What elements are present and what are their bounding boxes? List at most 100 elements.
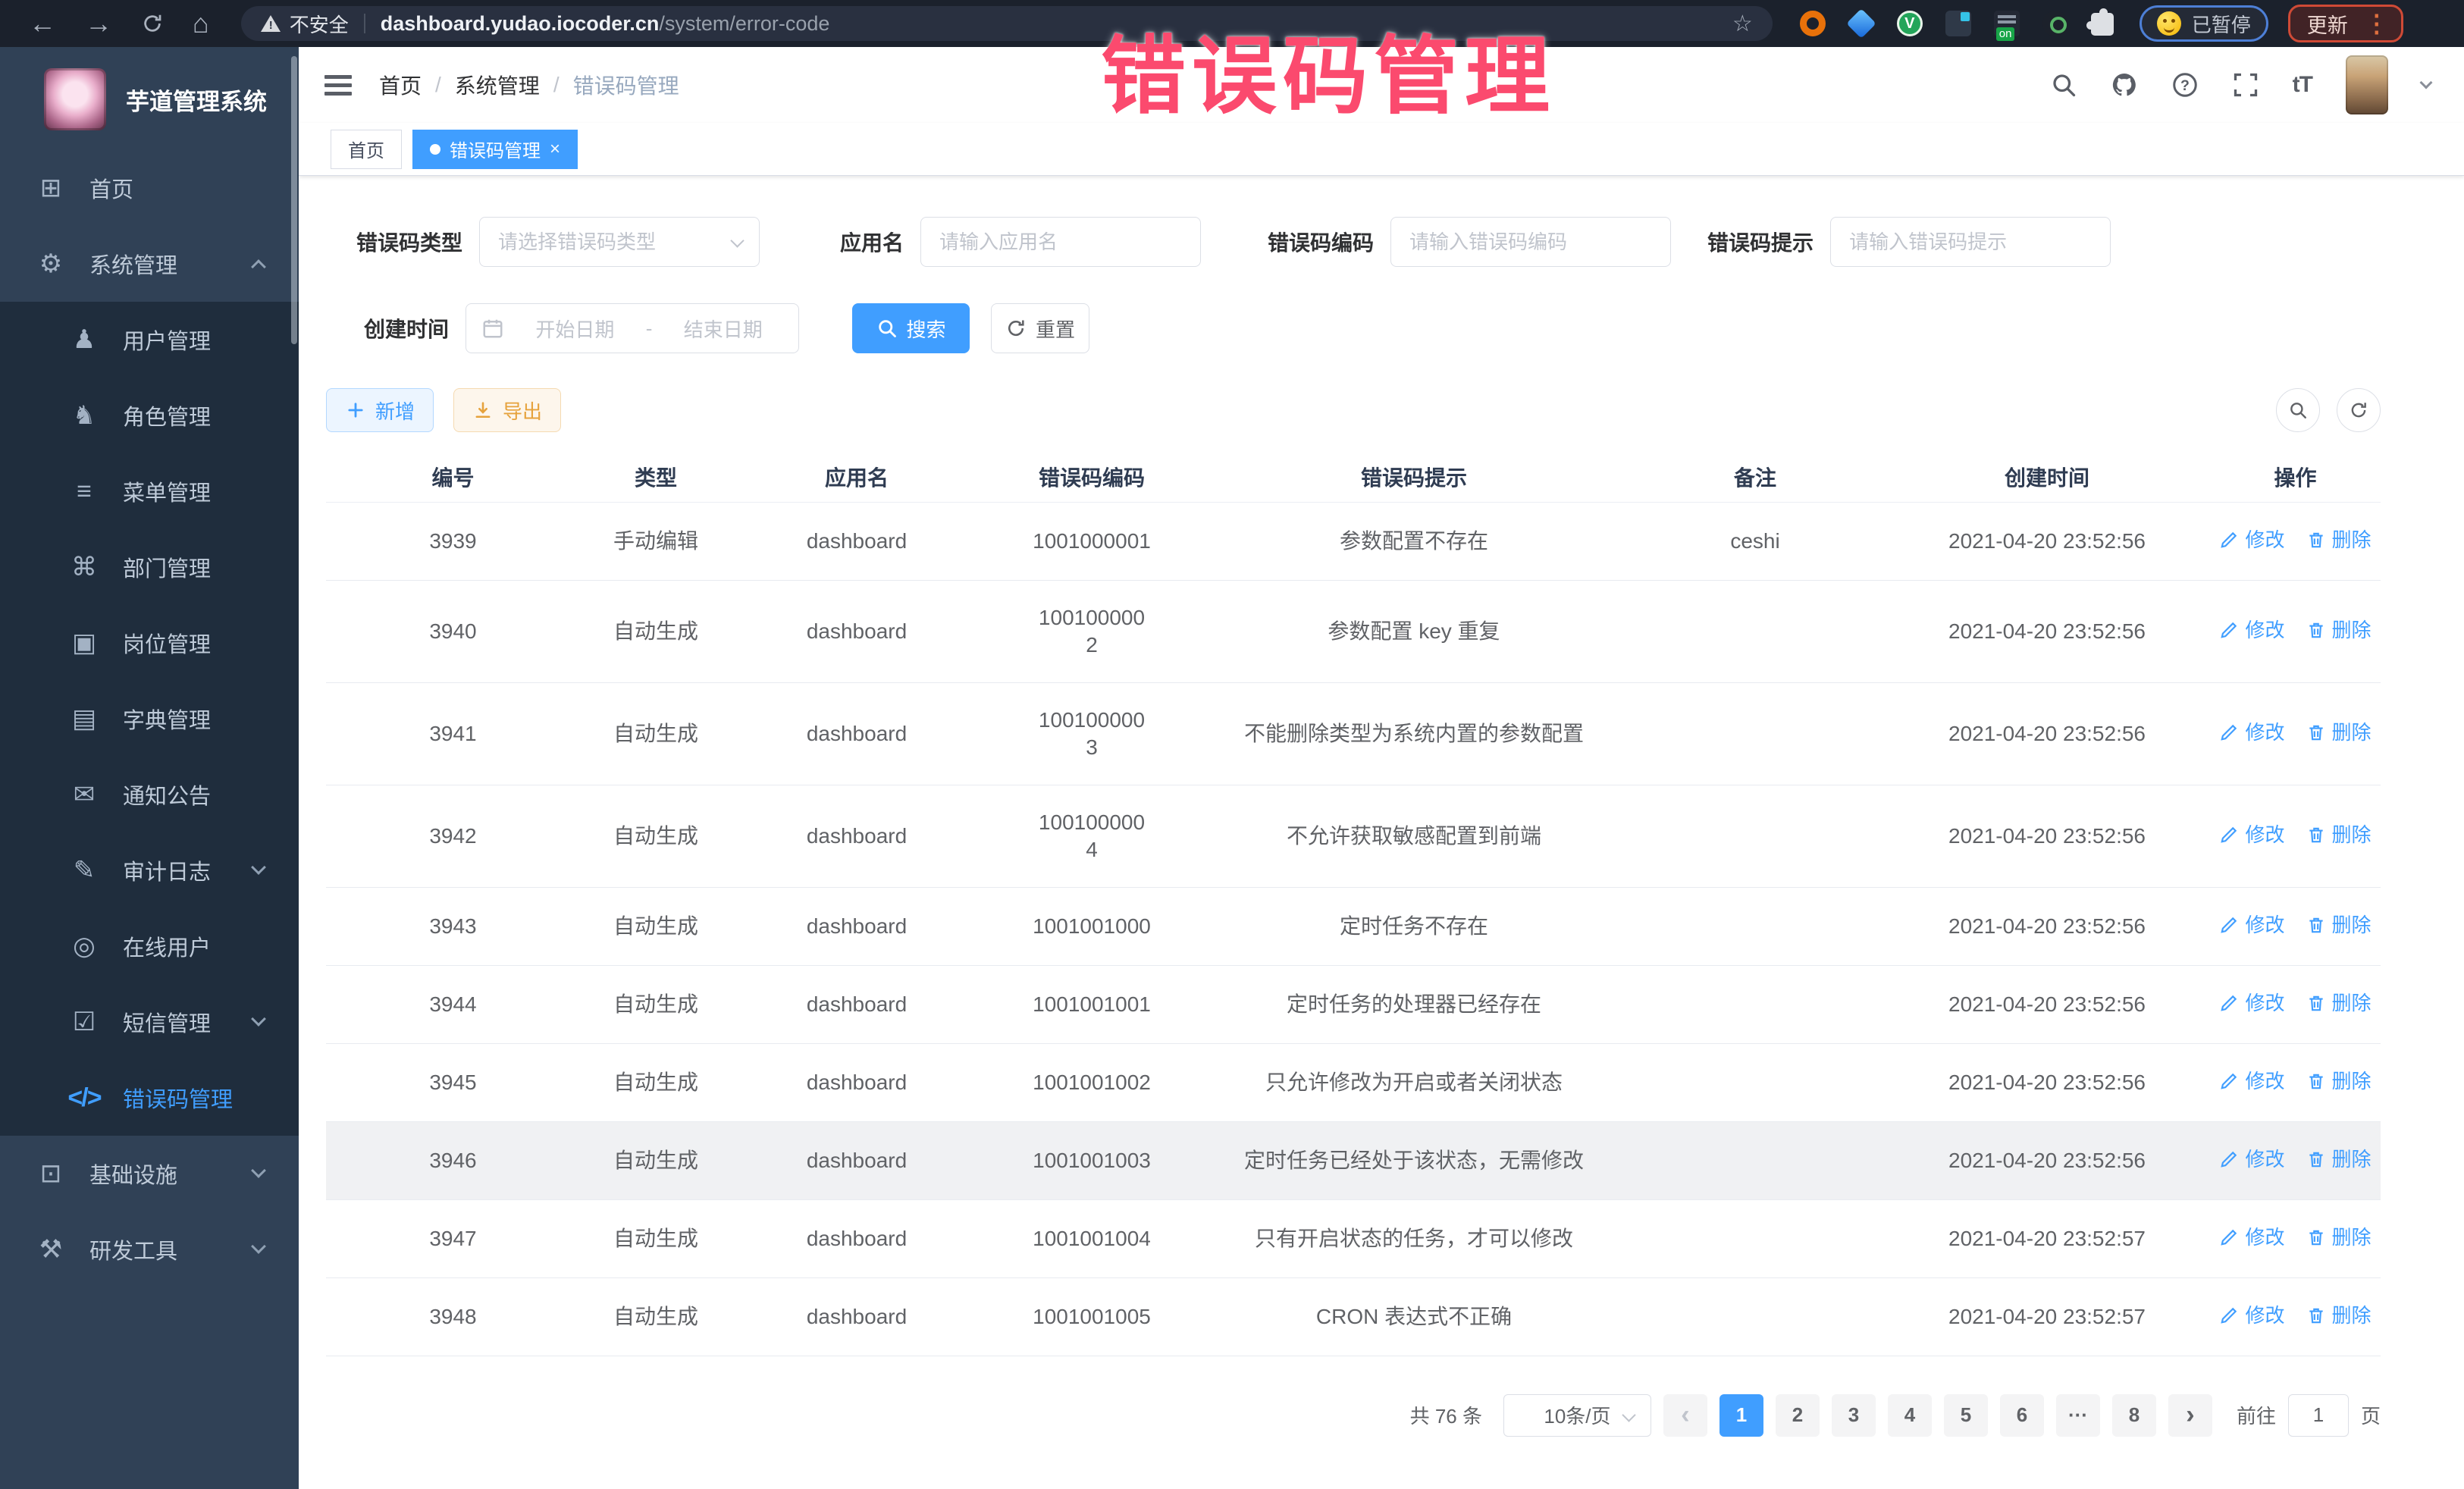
bookmark-star-icon[interactable]: ☆ — [1732, 11, 1753, 37]
start-date-placeholder[interactable]: 开始日期 — [515, 315, 635, 343]
prev-page-button[interactable]: ‹ — [1663, 1394, 1707, 1437]
sidebar-scrollbar[interactable] — [291, 56, 297, 344]
edit-link[interactable]: 修改 — [2219, 1146, 2284, 1173]
delete-link[interactable]: 删除 — [2306, 616, 2372, 644]
extension-icon[interactable] — [1800, 11, 1826, 36]
search-button[interactable]: 搜索 — [852, 303, 970, 353]
extension-icon[interactable]: V — [1897, 11, 1923, 36]
hide-search-icon[interactable] — [2276, 388, 2320, 432]
sidebar-item-system[interactable]: ⚙系统管理 — [0, 226, 299, 302]
breadcrumb-system[interactable]: 系统管理 — [455, 70, 540, 100]
page-button-5[interactable]: 5 — [1944, 1394, 1988, 1437]
sidebar-item-sms[interactable]: ☑短信管理 — [0, 984, 299, 1060]
error-code-input[interactable] — [1390, 217, 1671, 267]
sidebar-item-role[interactable]: ♞角色管理 — [0, 378, 299, 453]
column-header: 应用名 — [732, 452, 982, 502]
sidebar-item-audit[interactable]: ✎审计日志 — [0, 832, 299, 908]
sidebar-item-devtools[interactable]: ⚒研发工具 — [0, 1212, 299, 1287]
delete-link[interactable]: 删除 — [2306, 526, 2372, 553]
sidebar-item-post[interactable]: ▣岗位管理 — [0, 605, 299, 681]
app-name-input[interactable] — [920, 217, 1201, 267]
breadcrumb: 首页 / 系统管理 / 错误码管理 — [379, 70, 679, 100]
sidebar-item-user[interactable]: ♟用户管理 — [0, 302, 299, 378]
delete-link[interactable]: 删除 — [2306, 1302, 2372, 1329]
sidebar-item-notice[interactable]: ✉通知公告 — [0, 757, 299, 832]
page-button-1[interactable]: 1 — [1719, 1394, 1763, 1437]
sidebar-item-label: 审计日志 — [123, 854, 211, 886]
tab-错误码管理[interactable]: 错误码管理 × — [412, 130, 578, 169]
tab-首页[interactable]: 首页 — [331, 130, 402, 169]
cell-id: 3948 — [326, 1277, 580, 1356]
edit-link[interactable]: 修改 — [2219, 719, 2284, 746]
page-button-4[interactable]: 4 — [1888, 1394, 1932, 1437]
browser-back-icon[interactable]: ← — [29, 0, 56, 47]
browser-menu-icon[interactable]: ⋮ — [2365, 9, 2389, 38]
edit-link[interactable]: 修改 — [2219, 526, 2284, 553]
paused-extension-badge[interactable]: 已暂停 — [2140, 5, 2268, 42]
date-range-picker[interactable]: 开始日期 - 结束日期 — [466, 303, 799, 353]
delete-link[interactable]: 删除 — [2306, 821, 2372, 848]
more-pages-button[interactable]: ··· — [2056, 1394, 2100, 1437]
page-size-select[interactable]: 10条/页 — [1503, 1394, 1651, 1437]
cell-type: 自动生成 — [580, 1043, 732, 1121]
sidebar-item-dept[interactable]: ⌘部门管理 — [0, 529, 299, 605]
export-button[interactable]: 导出 — [453, 388, 561, 432]
delete-link[interactable]: 删除 — [2306, 1067, 2372, 1095]
hamburger-icon[interactable] — [324, 71, 352, 100]
goto-page-input[interactable] — [2288, 1394, 2349, 1437]
edit-link[interactable]: 修改 — [2219, 821, 2284, 848]
reset-button[interactable]: 重置 — [991, 303, 1089, 353]
page-button-6[interactable]: 6 — [2000, 1394, 2044, 1437]
page-button-3[interactable]: 3 — [1832, 1394, 1876, 1437]
delete-link[interactable]: 删除 — [2306, 1146, 2372, 1173]
font-size-icon[interactable]: tT — [2293, 72, 2312, 98]
extension-icon[interactable] — [1945, 11, 1971, 36]
cell-code: 1001001005 — [982, 1277, 1202, 1356]
page-button-2[interactable]: 2 — [1776, 1394, 1820, 1437]
end-date-placeholder[interactable]: 结束日期 — [663, 315, 783, 343]
tab-label: 错误码管理 — [450, 136, 541, 162]
sidebar-item-online[interactable]: ◎在线用户 — [0, 908, 299, 984]
error-type-select[interactable] — [479, 217, 760, 267]
sidebar-item-infra[interactable]: ⊡基础设施 — [0, 1136, 299, 1212]
extension-icon[interactable] — [1846, 8, 1876, 39]
extension-icon[interactable] — [1994, 11, 2020, 36]
cell-type: 自动生成 — [580, 1121, 732, 1199]
fullscreen-icon[interactable] — [2232, 71, 2259, 99]
browser-reload-icon[interactable] — [141, 12, 164, 35]
close-icon[interactable]: × — [550, 139, 560, 160]
edit-link[interactable]: 修改 — [2219, 1302, 2284, 1329]
browser-forward-icon[interactable]: → — [85, 0, 112, 47]
breadcrumb-home[interactable]: 首页 — [379, 70, 422, 100]
next-page-button[interactable]: › — [2168, 1394, 2212, 1437]
add-button[interactable]: 新增 — [326, 388, 434, 432]
edit-link[interactable]: 修改 — [2219, 911, 2284, 939]
search-icon[interactable] — [2050, 71, 2077, 99]
edit-link[interactable]: 修改 — [2219, 616, 2284, 644]
extension-icon[interactable] — [2042, 11, 2068, 36]
delete-link[interactable]: 删除 — [2306, 911, 2372, 939]
github-icon[interactable] — [2111, 71, 2138, 99]
cell-type: 自动生成 — [580, 965, 732, 1043]
refresh-icon[interactable] — [2337, 388, 2381, 432]
avatar[interactable] — [2346, 55, 2388, 114]
sidebar-item-menu[interactable]: ≡菜单管理 — [0, 453, 299, 529]
delete-link[interactable]: 删除 — [2306, 719, 2372, 746]
edit-link[interactable]: 修改 — [2219, 1067, 2284, 1095]
chevron-down-icon[interactable] — [2420, 77, 2433, 89]
browser-update-button[interactable]: 更新 ⋮ — [2288, 5, 2403, 42]
browser-home-icon[interactable]: ⌂ — [193, 0, 209, 47]
delete-link[interactable]: 删除 — [2306, 1224, 2372, 1251]
delete-link[interactable]: 删除 — [2306, 989, 2372, 1017]
error-hint-input[interactable] — [1830, 217, 2111, 267]
edit-link[interactable]: 修改 — [2219, 989, 2284, 1017]
sidebar-item-home[interactable]: ⊞首页 — [0, 150, 299, 226]
page-button-8[interactable]: 8 — [2112, 1394, 2156, 1437]
extensions-puzzle-icon[interactable] — [2091, 13, 2114, 36]
edit-link[interactable]: 修改 — [2219, 1224, 2284, 1251]
sidebar-item-dict[interactable]: ▤字典管理 — [0, 681, 299, 757]
user-icon: ♟ — [65, 324, 103, 355]
sidebar-item-errorcode[interactable]: </>错误码管理 — [0, 1060, 299, 1136]
cell-code: 1001000004 — [982, 785, 1202, 887]
help-icon[interactable]: ? — [2171, 71, 2199, 99]
